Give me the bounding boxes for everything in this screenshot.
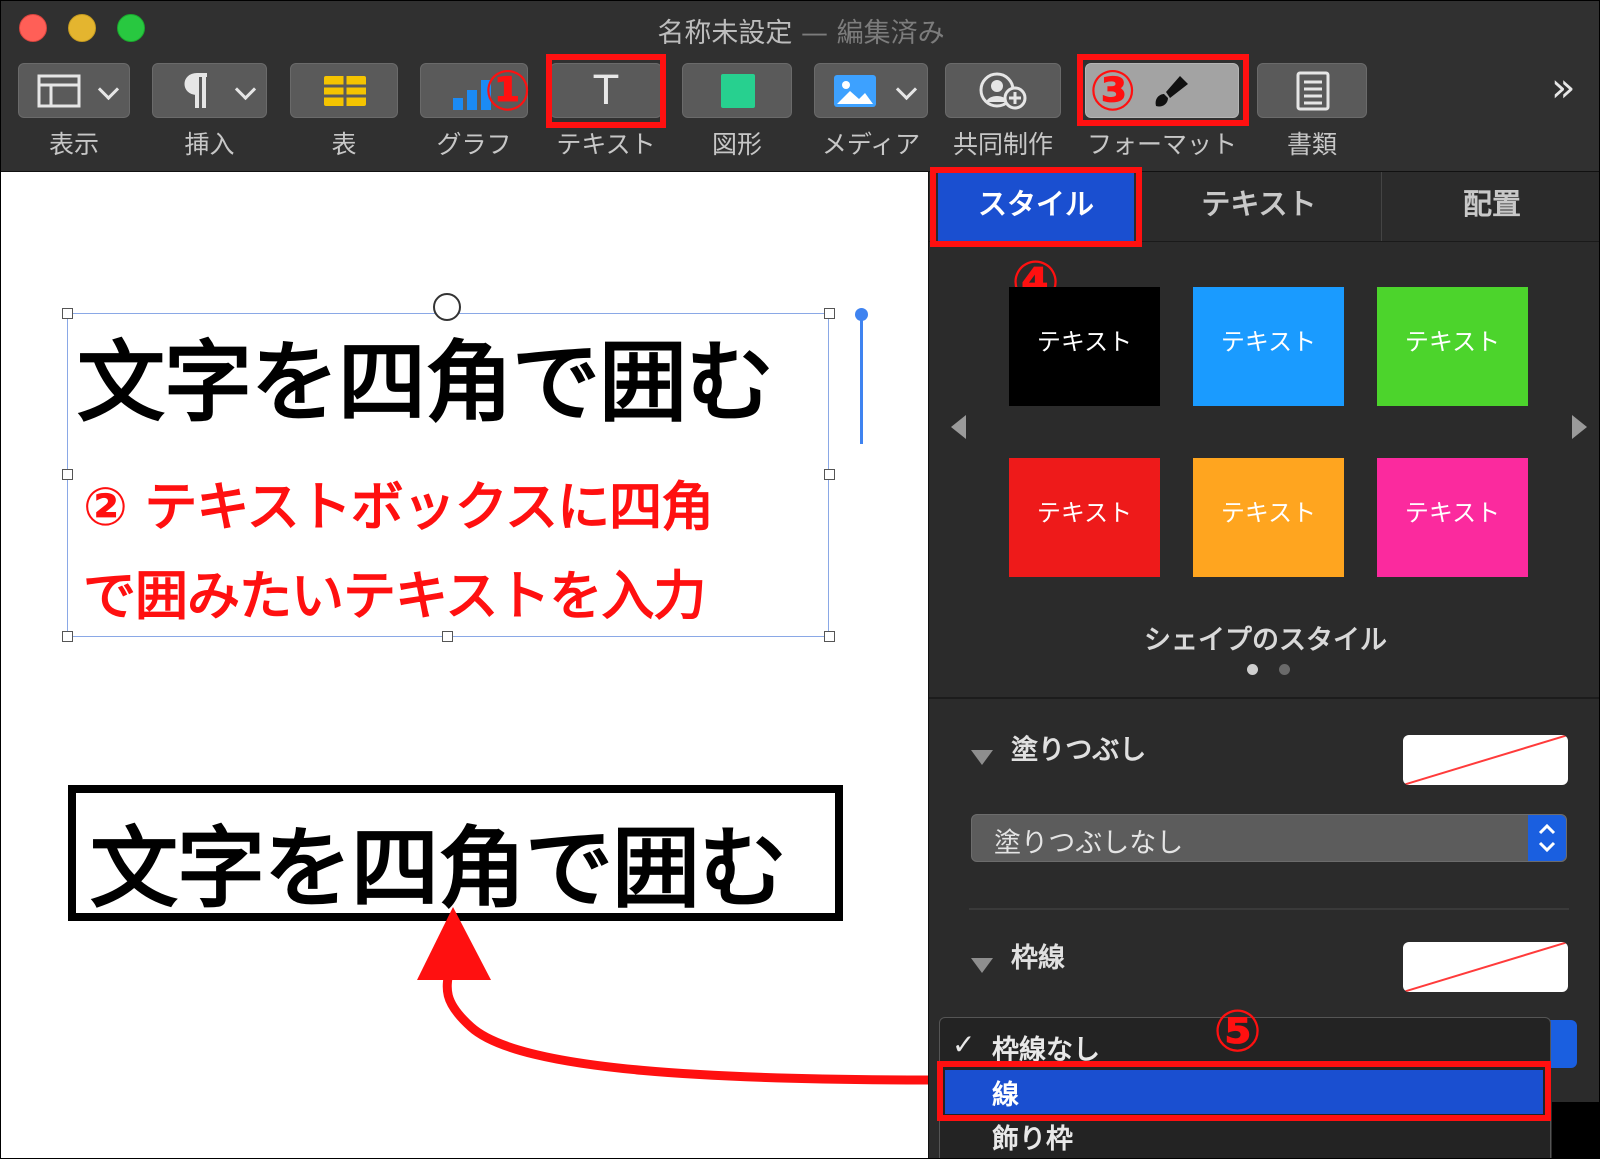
shape-button[interactable] bbox=[682, 63, 792, 118]
disclosure-triangle-icon[interactable] bbox=[971, 958, 993, 973]
image-icon bbox=[834, 75, 876, 107]
tab-text[interactable]: テキスト bbox=[1149, 172, 1369, 242]
media-label: メディア bbox=[821, 130, 921, 159]
section-divider bbox=[929, 697, 1599, 699]
annotation-step-5: ⑤ bbox=[1213, 997, 1263, 1065]
fill-type-popup[interactable]: 塗りつぶしなし bbox=[971, 814, 1567, 862]
page-dot-active[interactable] bbox=[1247, 664, 1258, 675]
chevron-down-icon bbox=[895, 78, 918, 101]
add-person-icon bbox=[979, 72, 1027, 110]
style-swatch[interactable]: テキスト bbox=[1193, 458, 1344, 577]
annotation-box-text-button bbox=[546, 54, 666, 128]
square-shape-icon bbox=[721, 74, 755, 108]
sidebar-layout-icon bbox=[37, 74, 81, 108]
document-canvas[interactable]: 文字を四角で囲む ② テキストボックスに四角 で囲みたいテキストを入力 文字を四… bbox=[1, 172, 928, 1158]
fill-type-value: 塗りつぶしなし bbox=[994, 828, 1184, 859]
view-button[interactable] bbox=[18, 63, 130, 118]
disclosure-triangle-icon[interactable] bbox=[971, 750, 993, 765]
annotation-step-3: ③ bbox=[1089, 59, 1137, 124]
annotation-box-line-item bbox=[937, 1061, 1551, 1121]
table-button[interactable] bbox=[290, 63, 398, 118]
next-styles-icon[interactable] bbox=[1572, 415, 1587, 439]
collaborate-button[interactable] bbox=[945, 63, 1061, 118]
fill-color-well[interactable] bbox=[1403, 735, 1568, 785]
fill-title: 塗りつぶし bbox=[1011, 735, 1147, 766]
style-swatch[interactable]: テキスト bbox=[1009, 287, 1160, 406]
popup-stepper-icon bbox=[1528, 815, 1566, 861]
insert-label: 挿入 bbox=[184, 130, 235, 159]
style-swatch[interactable]: テキスト bbox=[1009, 458, 1160, 577]
toolbar-overflow-icon[interactable]: » bbox=[1551, 65, 1575, 111]
border-color-well[interactable] bbox=[1403, 942, 1568, 992]
document-button[interactable] bbox=[1257, 63, 1367, 118]
format-inspector: スタイル テキスト 配置 ④ テキスト テキスト テキスト テキスト テキスト … bbox=[928, 167, 1599, 1158]
tab-arrange[interactable]: 配置 bbox=[1382, 172, 1599, 242]
border-popup-stepper-icon[interactable] bbox=[1547, 1020, 1577, 1068]
prev-styles-icon[interactable] bbox=[951, 415, 966, 439]
format-label: フォーマット bbox=[1086, 130, 1237, 159]
view-label: 表示 bbox=[48, 130, 99, 159]
window-title: 名称未設定 — 編集済み bbox=[657, 18, 945, 49]
style-swatch[interactable]: テキスト bbox=[1377, 287, 1528, 406]
style-swatch[interactable]: テキスト bbox=[1193, 287, 1344, 406]
toolbar: 名称未設定 — 編集済み 表示 挿入 表 グラフ T テキスト 図形 メディア … bbox=[1, 1, 1599, 172]
pilcrow-icon bbox=[184, 73, 207, 108]
annotation-arrow bbox=[417, 907, 928, 1085]
menu-item-picture-frame[interactable]: 飾り枠 bbox=[992, 1117, 1073, 1156]
annotation-box-style-tab bbox=[930, 167, 1142, 247]
section-divider bbox=[969, 908, 1569, 910]
annotation-step-1: ① bbox=[484, 59, 532, 124]
no-color-slash-icon bbox=[1403, 735, 1568, 785]
shape-label: 図形 bbox=[711, 130, 762, 159]
document-icon bbox=[1296, 71, 1330, 111]
media-button[interactable] bbox=[814, 63, 928, 118]
chevron-down-icon bbox=[97, 78, 120, 101]
page-dot[interactable] bbox=[1279, 664, 1290, 675]
collaborate-label: 共同制作 bbox=[952, 130, 1053, 159]
sidebar-bottom-black bbox=[1552, 1102, 1599, 1158]
insert-button[interactable] bbox=[152, 63, 267, 118]
document-label: 書類 bbox=[1286, 130, 1337, 159]
shape-styles-label: シェイプのスタイル bbox=[1144, 625, 1387, 656]
table-icon bbox=[324, 76, 366, 106]
no-color-slash-icon bbox=[1403, 942, 1568, 992]
chevron-down-icon bbox=[234, 78, 257, 101]
text-label: テキスト bbox=[556, 130, 656, 159]
checkmark-icon: ✓ bbox=[952, 1028, 976, 1061]
style-swatch[interactable]: テキスト bbox=[1377, 458, 1528, 577]
border-title: 枠線 bbox=[1011, 943, 1065, 974]
chart-label: グラフ bbox=[436, 130, 512, 159]
table-label: 表 bbox=[331, 130, 357, 159]
